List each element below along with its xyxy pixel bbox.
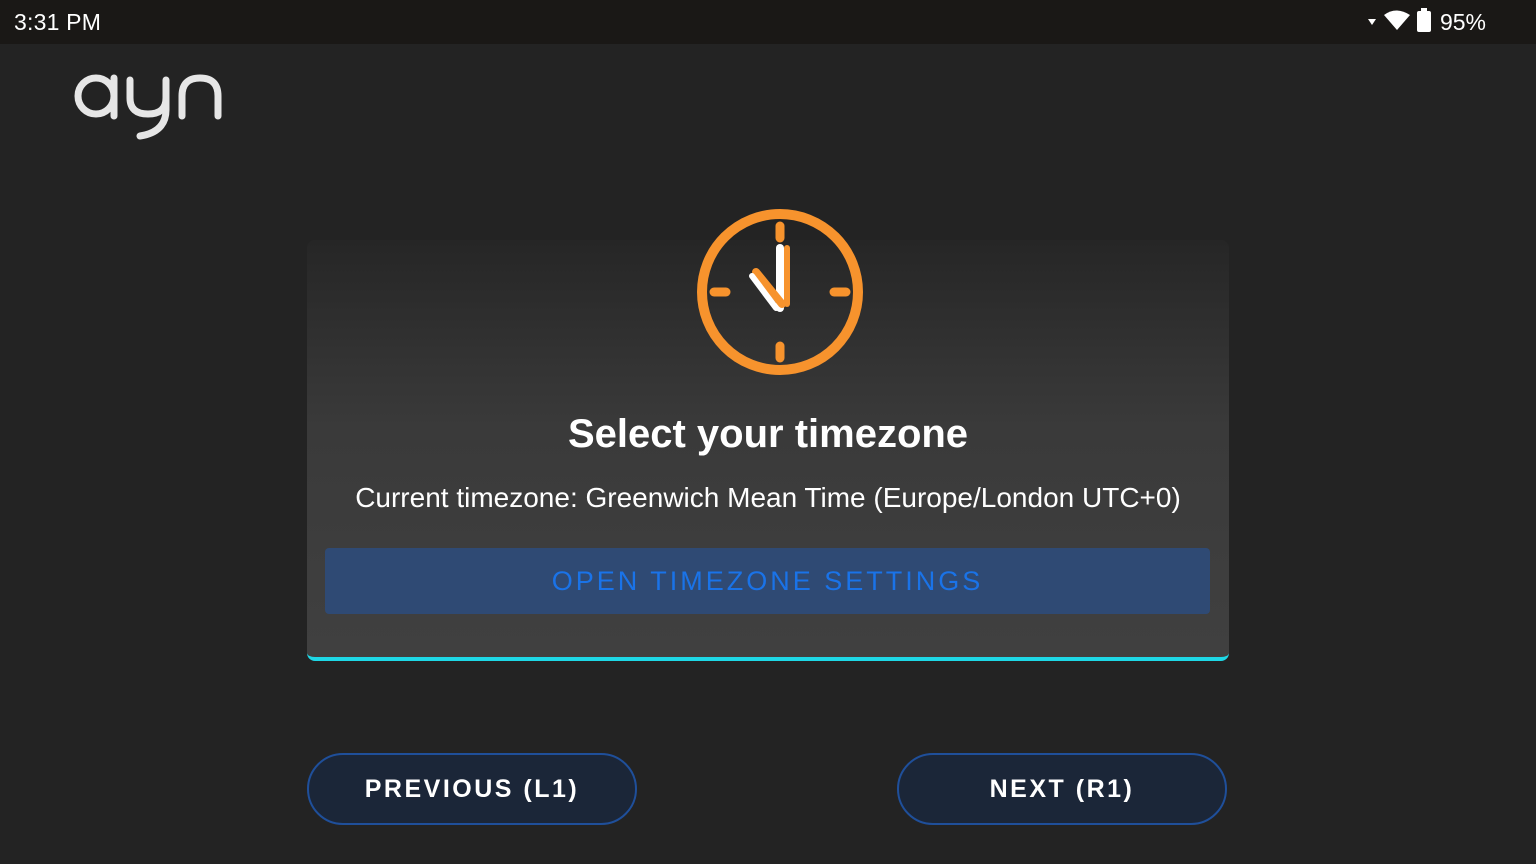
- next-button[interactable]: NEXT (R1): [897, 753, 1227, 825]
- open-timezone-settings-button[interactable]: OPEN TIMEZONE SETTINGS: [325, 548, 1210, 614]
- status-time: 3:31 PM: [14, 9, 102, 35]
- svg-text:6: 6: [1402, 22, 1408, 32]
- status-bar: 3:31 PM 6 95%: [0, 0, 1536, 44]
- status-icons: 6 95%: [1366, 7, 1486, 38]
- previous-button[interactable]: PREVIOUS (L1): [307, 753, 637, 825]
- ayn-logo: [72, 66, 228, 144]
- battery-icon: [1416, 7, 1432, 38]
- clock-icon: [692, 204, 868, 380]
- wifi-icon: 6: [1382, 8, 1412, 37]
- setup-screen: 3:31 PM 6 95% Select your timezone Curre…: [0, 0, 1536, 864]
- current-timezone-text: Current timezone: Greenwich Mean Time (E…: [355, 482, 1181, 513]
- page-title: Select your timezone: [567, 412, 969, 456]
- battery-percent: 95%: [1439, 8, 1486, 35]
- signal-arrow-icon: [1366, 8, 1378, 37]
